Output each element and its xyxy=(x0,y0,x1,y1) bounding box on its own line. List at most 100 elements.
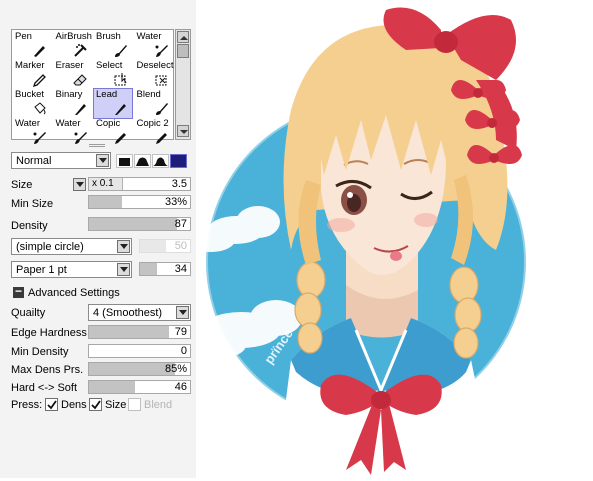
checkmark-icon xyxy=(47,400,57,410)
pen-icon xyxy=(34,46,45,57)
tool-label: Copic xyxy=(96,118,121,129)
dropdown-button[interactable] xyxy=(117,240,130,253)
tool-brush[interactable]: Brush xyxy=(93,30,133,61)
tool-label: Bucket xyxy=(15,89,45,100)
density-label: Density xyxy=(11,220,48,232)
tool-water[interactable]: Water xyxy=(12,117,52,148)
tool-pen[interactable]: Pen xyxy=(12,30,52,61)
scroll-down-button[interactable] xyxy=(177,125,189,137)
max-dens-prs-fill xyxy=(89,363,175,375)
max-dens-prs-value: 85% xyxy=(164,363,187,375)
size-slider[interactable]: x 0.1 3.5 xyxy=(88,177,191,191)
tool-copic-2[interactable]: Copic 2 xyxy=(134,117,174,148)
tool-marker[interactable]: Marker xyxy=(12,59,52,90)
brush-texture-select[interactable]: Paper 1 pt xyxy=(11,261,132,278)
density-value: 87 xyxy=(174,218,187,230)
panel-splitter[interactable] xyxy=(89,144,105,147)
min-density-value: 0 xyxy=(180,345,187,357)
copic-icon xyxy=(115,133,126,144)
brush-shape-hard-round[interactable] xyxy=(134,154,151,168)
tool-label: Binary xyxy=(55,89,83,100)
brush-shape-strength-fill xyxy=(140,240,166,252)
min-size-fill xyxy=(89,196,123,208)
dropdown-button[interactable] xyxy=(176,306,189,319)
brush-shape-select[interactable]: (simple circle) xyxy=(11,238,132,255)
max-dens-prs-slider[interactable]: 85% xyxy=(88,362,191,376)
min-size-slider[interactable]: 33% xyxy=(88,195,191,209)
tool-water[interactable]: Water xyxy=(134,30,174,61)
min-density-slider[interactable]: 0 xyxy=(88,344,191,358)
edge-hardness-slider[interactable]: 79 xyxy=(88,325,191,339)
lead-icon xyxy=(115,104,126,115)
tool-label: Water xyxy=(136,31,162,42)
tool-label: Copic 2 xyxy=(136,118,169,129)
tool-select[interactable]: Select xyxy=(93,59,133,90)
tool-grid: Pen AirBrush Brush Water Marker Eraser Select D… xyxy=(11,29,174,144)
tool-label: Pen xyxy=(15,31,32,42)
dropdown-button[interactable] xyxy=(117,263,130,276)
brush-texture-strength-fill xyxy=(140,263,157,275)
press-blend-checkbox xyxy=(128,398,141,411)
min-size-label: Min Size xyxy=(11,198,54,210)
press-dens-label: Dens xyxy=(61,399,87,411)
deselect-icon xyxy=(155,75,166,86)
edge-hardness-label: Edge Hardness xyxy=(11,327,87,339)
brush-texture-strength-value: 34 xyxy=(174,263,187,275)
tool-grid-scrollbar[interactable] xyxy=(175,29,191,140)
density-slider[interactable]: 87 xyxy=(88,217,191,231)
tool-label: Lead xyxy=(96,89,118,100)
size-multiplier-dropdown[interactable] xyxy=(73,178,86,191)
tool-blend[interactable]: Blend xyxy=(134,88,174,119)
brush-shape-strength-slider: 50 xyxy=(139,239,191,253)
min-density-label: Min Density xyxy=(11,346,69,358)
blend-mode-value: Normal xyxy=(16,155,52,167)
brush-shape-square[interactable] xyxy=(116,154,133,168)
arrow-down-icon xyxy=(180,130,188,134)
advanced-settings-toggle[interactable]: − xyxy=(13,284,24,298)
density-fill xyxy=(89,218,177,230)
blend-mode-select[interactable]: Normal xyxy=(11,152,111,169)
tool-label: Brush xyxy=(96,31,121,42)
airbrush-icon xyxy=(73,44,87,57)
artwork-canvas[interactable]: prïnce xyxy=(186,0,593,478)
hard-soft-fill xyxy=(89,381,136,393)
hard-soft-slider[interactable]: 46 xyxy=(88,380,191,394)
tool-label: AirBrush xyxy=(55,31,92,42)
tool-bucket[interactable]: Bucket xyxy=(12,88,52,119)
scroll-thumb[interactable] xyxy=(177,44,189,58)
press-dens-checkbox[interactable] xyxy=(45,398,58,411)
bucket-icon xyxy=(34,102,46,115)
chevron-down-icon xyxy=(120,244,128,249)
hard-soft-label: Hard <-> Soft xyxy=(11,382,78,394)
tool-deselect[interactable]: Deselect xyxy=(134,59,174,90)
tool-airbrush[interactable]: AirBrush xyxy=(53,30,93,61)
size-value: 3.5 xyxy=(171,178,187,190)
medium-round-tip-icon xyxy=(153,157,168,166)
binary-icon xyxy=(74,104,86,115)
tool-lead[interactable]: Lead xyxy=(93,88,133,119)
tool-label: Blend xyxy=(136,89,161,100)
quality-select[interactable]: 4 (Smoothest) xyxy=(88,304,191,321)
tool-water[interactable]: Water xyxy=(53,117,93,148)
brush-shape-flat[interactable] xyxy=(170,154,187,168)
brush-icon xyxy=(115,45,127,57)
brush-shape-strength-value: 50 xyxy=(174,240,187,252)
press-size-checkbox[interactable] xyxy=(89,398,102,411)
scroll-up-button[interactable] xyxy=(177,31,189,43)
brush-shape-medium-round[interactable] xyxy=(152,154,169,168)
max-dens-prs-label: Max Dens Prs. xyxy=(11,364,84,376)
press-blend-label: Blend xyxy=(144,399,173,411)
brush-texture-strength-slider[interactable]: 34 xyxy=(139,262,191,276)
collapse-icon: − xyxy=(15,284,23,298)
brush-shape-value: (simple circle) xyxy=(16,241,84,253)
press-label: Press: xyxy=(11,399,43,411)
brush-texture-value: Paper 1 pt xyxy=(16,264,67,276)
tool-label: Water xyxy=(15,118,40,129)
tool-binary[interactable]: Binary xyxy=(53,88,93,119)
arrow-up-icon xyxy=(180,36,188,40)
tool-label: Select xyxy=(96,60,123,71)
dropdown-button[interactable] xyxy=(96,154,109,167)
water-icon xyxy=(33,132,46,144)
tool-eraser[interactable]: Eraser xyxy=(53,59,93,90)
tool-label: Eraser xyxy=(55,60,84,71)
